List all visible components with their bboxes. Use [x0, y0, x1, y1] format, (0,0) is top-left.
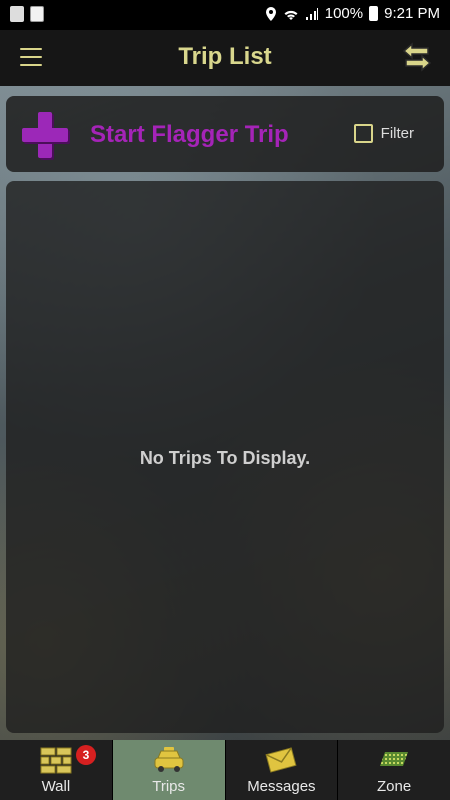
image-notification-icon: [10, 6, 24, 22]
taxi-icon: [154, 747, 184, 772]
tab-trips[interactable]: Trips: [112, 740, 226, 800]
status-bar: 100% 9:21 PM: [0, 0, 450, 30]
tab-wall[interactable]: 3 Wall: [0, 740, 113, 800]
bottom-tab-bar: 3 Wall Trips Messages Zone: [0, 740, 450, 800]
status-indicators: 100% 9:21 PM: [265, 5, 440, 22]
page-title: Trip List: [178, 43, 272, 70]
filter-checkbox[interactable]: [353, 124, 373, 143]
battery-icon: [369, 6, 379, 21]
wall-icon: [40, 747, 72, 774]
tab-label: Messages: [247, 778, 316, 795]
notification-icons: [10, 6, 44, 22]
tab-zone[interactable]: Zone: [338, 740, 450, 800]
app-bar: Trip List: [0, 30, 450, 86]
location-icon: [265, 6, 276, 21]
tab-label: Trips: [152, 778, 186, 795]
signal-icon: [305, 7, 318, 20]
tab-label: Zone: [377, 778, 412, 795]
clock: 9:21 PM: [384, 5, 440, 22]
wall-notification-badge: 3: [76, 745, 96, 765]
tab-label: Wall: [41, 778, 71, 795]
start-flagger-trip-card[interactable]: Start Flagger Trip Filter: [6, 96, 444, 172]
swap-arrows-icon[interactable]: [400, 40, 434, 74]
trip-list[interactable]: No Trips To Display.: [6, 181, 444, 733]
tab-messages[interactable]: Messages: [226, 740, 339, 800]
zone-icon: [380, 752, 409, 766]
envelope-icon: [265, 747, 297, 773]
wifi-icon: [284, 10, 298, 20]
battery-percent: 100%: [324, 5, 364, 22]
filter-toggle[interactable]: Filter: [353, 124, 414, 143]
filter-label: Filter: [380, 125, 414, 142]
empty-state-message: No Trips To Display.: [139, 448, 311, 468]
plus-icon[interactable]: [20, 110, 70, 160]
start-flagger-trip-button[interactable]: Start Flagger Trip: [90, 121, 289, 149]
app-notification-icon: [30, 6, 44, 22]
